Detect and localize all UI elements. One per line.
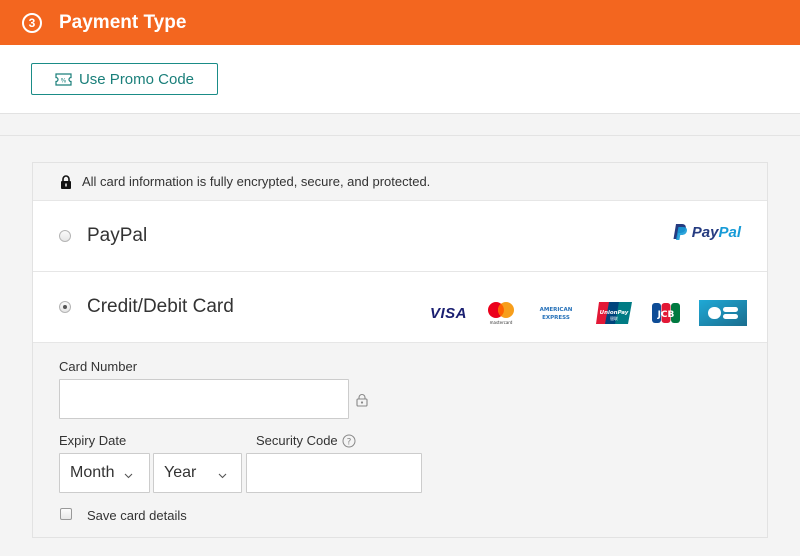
lock-icon — [60, 174, 72, 189]
jcb-logo: JCB — [651, 302, 681, 324]
section-title: Payment Type — [59, 11, 187, 33]
section-header: 3 Payment Type — [0, 0, 800, 45]
svg-text:mastercard: mastercard — [490, 320, 513, 325]
payment-panel: All card information is fully encrypted,… — [32, 162, 768, 538]
card-radio[interactable] — [59, 301, 71, 313]
card-number-input[interactable] — [59, 379, 349, 419]
svg-text:?: ? — [346, 437, 351, 447]
paypal-icon — [673, 224, 687, 240]
paypal-logo: Pay Pal — [672, 223, 741, 241]
svg-text:JCB: JCB — [657, 310, 675, 320]
promo-button-label: Use Promo Code — [78, 70, 195, 88]
ticket-icon: % — [55, 72, 72, 86]
cb-logo — [699, 300, 747, 326]
payment-option-paypal[interactable]: PayPal Pay Pal — [33, 201, 767, 272]
visa-logo: VISA — [429, 304, 467, 322]
step-number: 3 — [22, 12, 42, 33]
expiry-year-select[interactable]: Year — [153, 453, 242, 493]
card-number-label: Card Number — [59, 359, 138, 374]
paypal-label: PayPal — [87, 225, 148, 246]
security-message: All card information is fully encrypted,… — [82, 174, 431, 189]
payment-option-card[interactable]: Credit/Debit Card VISA mastercard AMERIC… — [33, 272, 767, 343]
divider — [0, 135, 800, 136]
svg-text:AMERICAN: AMERICAN — [540, 307, 573, 313]
expiry-date-label: Expiry Date — [59, 433, 127, 448]
secure-lock-icon — [355, 393, 369, 407]
use-promo-code-button[interactable]: % Use Promo Code — [31, 63, 218, 95]
svg-text:银联: 银联 — [610, 315, 618, 321]
promo-area: % Use Promo Code — [0, 45, 800, 114]
svg-text:%: % — [61, 77, 67, 84]
card-label: Credit/Debit Card — [87, 296, 234, 317]
save-card-label: Save card details — [87, 508, 187, 523]
paypal-radio[interactable] — [59, 230, 71, 242]
card-brand-logos: VISA mastercard AMERICAN EXPRESS UnionPa… — [412, 300, 747, 326]
security-code-label: Security Code — [256, 433, 338, 448]
chevron-down-icon — [218, 466, 227, 484]
mastercard-logo: mastercard — [485, 300, 517, 326]
security-notice: All card information is fully encrypted,… — [33, 163, 767, 201]
help-icon[interactable]: ? — [342, 434, 356, 448]
card-form: Card Number Expiry Date Month Year Secur… — [33, 343, 767, 539]
amex-logo: AMERICAN EXPRESS — [535, 304, 577, 322]
save-card-checkbox[interactable] — [60, 508, 72, 520]
security-code-label-group: Security Code ? — [256, 433, 356, 448]
svg-text:EXPRESS: EXPRESS — [542, 315, 570, 321]
expiry-month-select[interactable]: Month — [59, 453, 150, 493]
unionpay-logo: UnionPay 银联 — [595, 301, 633, 325]
paypal-logo-pay: Pay — [691, 223, 719, 241]
month-value: Month — [70, 464, 115, 481]
security-code-input[interactable] — [246, 453, 422, 493]
chevron-down-icon — [124, 466, 133, 484]
year-value: Year — [164, 464, 197, 481]
paypal-logo-pal: Pal — [718, 223, 741, 241]
